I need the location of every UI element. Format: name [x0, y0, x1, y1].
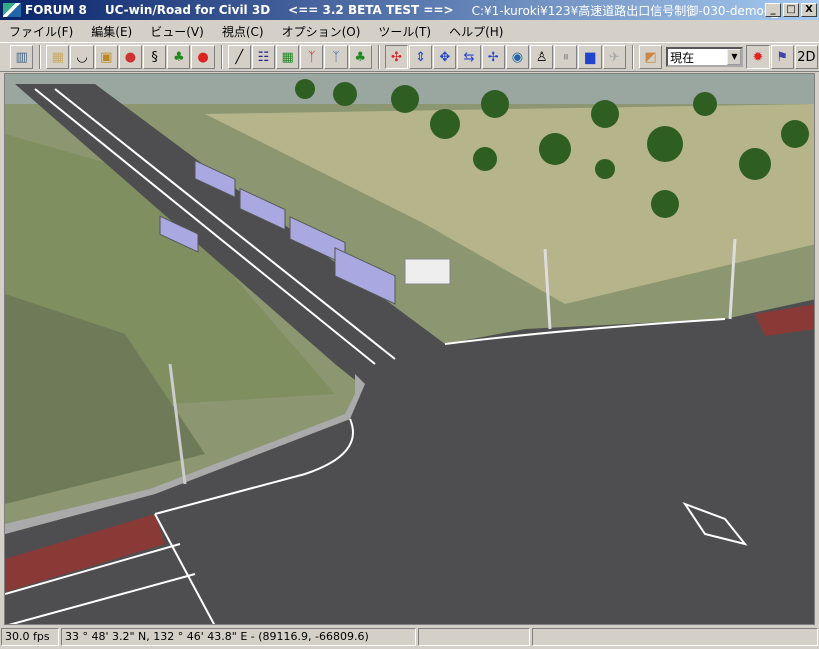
vehicles-icon: ● — [124, 49, 137, 65]
scenario-icon: § — [151, 49, 158, 65]
globe-button[interactable]: ◉ — [505, 45, 530, 69]
plane-icon: ✈ — [608, 49, 620, 65]
road-alignment-icon: ╱ — [235, 49, 244, 65]
fps-readout: 30.0 fps — [1, 628, 59, 646]
traffic-light-button[interactable]: ✹ — [746, 45, 770, 69]
menu-file[interactable]: ファイル(F) — [0, 23, 82, 40]
pause-button[interactable]: ⏸ — [554, 45, 578, 69]
2d-button[interactable]: 2D — [794, 45, 818, 69]
close-button[interactable]: X — [801, 3, 817, 17]
orbit-icon: ✢ — [487, 49, 499, 65]
project-button[interactable]: ▥ — [10, 45, 34, 69]
status-panel-3 — [418, 628, 530, 646]
landscape-button[interactable]: ♣ — [348, 45, 372, 69]
vehicles-button[interactable]: ● — [118, 45, 143, 69]
texture-button[interactable]: ● — [191, 45, 215, 69]
rotate-button[interactable]: ✣ — [384, 45, 409, 69]
time-select-value: 現在 — [670, 50, 695, 65]
map-button[interactable]: ▦ — [46, 45, 70, 69]
toolbar: ▥ ▦ ◡ ▣ ● § ♣ ● ╱ ☷ ▦ ᛉ ᛉ ♣ ✣ ⇕ ✥ ⇆ ✢ ◉ … — [0, 42, 819, 72]
fly-icon: ⇆ — [463, 49, 475, 65]
network-icon: ▦ — [281, 49, 294, 65]
coordinates-readout: 33 ° 48' 3.2" N, 132 ° 46' 43.8" E - (89… — [61, 628, 416, 646]
car-button[interactable]: ▆ — [578, 45, 602, 69]
trees-button[interactable]: ♣ — [167, 45, 191, 69]
car-icon: ▆ — [585, 49, 596, 65]
driver-button[interactable]: ♙ — [530, 45, 554, 69]
orbit-button[interactable]: ✢ — [481, 45, 505, 69]
driver-icon: ♙ — [535, 49, 548, 65]
menu-edit[interactable]: 編集(E) — [82, 23, 141, 40]
time-select[interactable]: 現在 ▼ — [666, 47, 744, 67]
move-up-button[interactable]: ⇕ — [409, 45, 433, 69]
walker-icon: ᛉ — [307, 49, 316, 65]
network-button[interactable]: ▦ — [276, 45, 300, 69]
cross-section-button[interactable]: ◡ — [70, 45, 94, 69]
menu-bar: ファイル(F) 編集(E) ビュー(V) 視点(C) オプション(O) ツール(… — [0, 21, 512, 41]
menu-help[interactable]: ヘルプ(H) — [440, 23, 512, 40]
flag-button[interactable]: ⚑ — [770, 45, 794, 69]
move-all-icon: ✥ — [439, 49, 451, 65]
fly-button[interactable]: ⇆ — [457, 45, 481, 69]
menu-view[interactable]: ビュー(V) — [141, 23, 213, 40]
road-scene — [5, 74, 814, 624]
forum8-logo-icon — [3, 3, 21, 17]
intersection-button[interactable]: ☷ — [251, 45, 276, 69]
chevron-down-icon: ▼ — [727, 49, 742, 65]
menu-options[interactable]: オプション(O) — [273, 23, 370, 40]
menu-viewpoint[interactable]: 視点(C) — [213, 23, 273, 40]
status-panel-4 — [532, 628, 818, 646]
texture-icon: ● — [197, 49, 209, 65]
title-bar: FORUM 8 UC-win/Road for Civil 3D <== 3.2… — [0, 0, 819, 20]
globe-icon: ◉ — [511, 49, 524, 65]
tree-icon: ♣ — [172, 49, 185, 65]
cross-section-icon: ◡ — [76, 49, 88, 65]
3d-viewport[interactable] — [4, 73, 815, 625]
rotate-icon: ✣ — [390, 49, 402, 65]
status-bar: 30.0 fps 33 ° 48' 3.2" N, 132 ° 46' 43.8… — [0, 626, 819, 648]
sign-button[interactable]: ▣ — [94, 45, 118, 69]
project-icon: ▥ — [15, 49, 28, 65]
flag-icon: ⚑ — [776, 49, 789, 65]
pedestrian-button[interactable]: ᛉ — [324, 45, 348, 69]
brand-label: FORUM 8 — [25, 3, 87, 17]
menu-tools[interactable]: ツール(T) — [369, 23, 440, 40]
version-label: <== 3.2 BETA TEST ==> — [288, 3, 454, 17]
file-path: C:¥1-kuroki¥123¥高速道路出口信号制御-030-demo6_ — [471, 3, 778, 18]
minimize-button[interactable]: _ — [765, 3, 781, 17]
move-up-icon: ⇕ — [415, 49, 427, 65]
pause-icon: ⏸ — [562, 49, 570, 65]
traffic-light-icon: ✹ — [752, 49, 764, 65]
road-alignment-button[interactable]: ╱ — [227, 45, 251, 69]
landscape-tree-icon: ♣ — [354, 49, 367, 65]
scenario-button[interactable]: § — [143, 45, 167, 69]
sign-icon: ▣ — [100, 49, 113, 65]
intersection-icon: ☷ — [257, 49, 270, 65]
plane-button[interactable]: ✈ — [602, 45, 626, 69]
maximize-button[interactable]: □ — [783, 3, 799, 17]
sun-icon: ◩ — [644, 49, 657, 65]
walker-button[interactable]: ᛉ — [300, 45, 324, 69]
pedestrian-icon: ᛉ — [332, 49, 340, 65]
sun-button[interactable]: ◩ — [638, 45, 663, 69]
map-icon: ▦ — [51, 49, 64, 65]
move-all-button[interactable]: ✥ — [433, 45, 457, 69]
app-title: UC-win/Road for Civil 3D — [104, 3, 271, 17]
